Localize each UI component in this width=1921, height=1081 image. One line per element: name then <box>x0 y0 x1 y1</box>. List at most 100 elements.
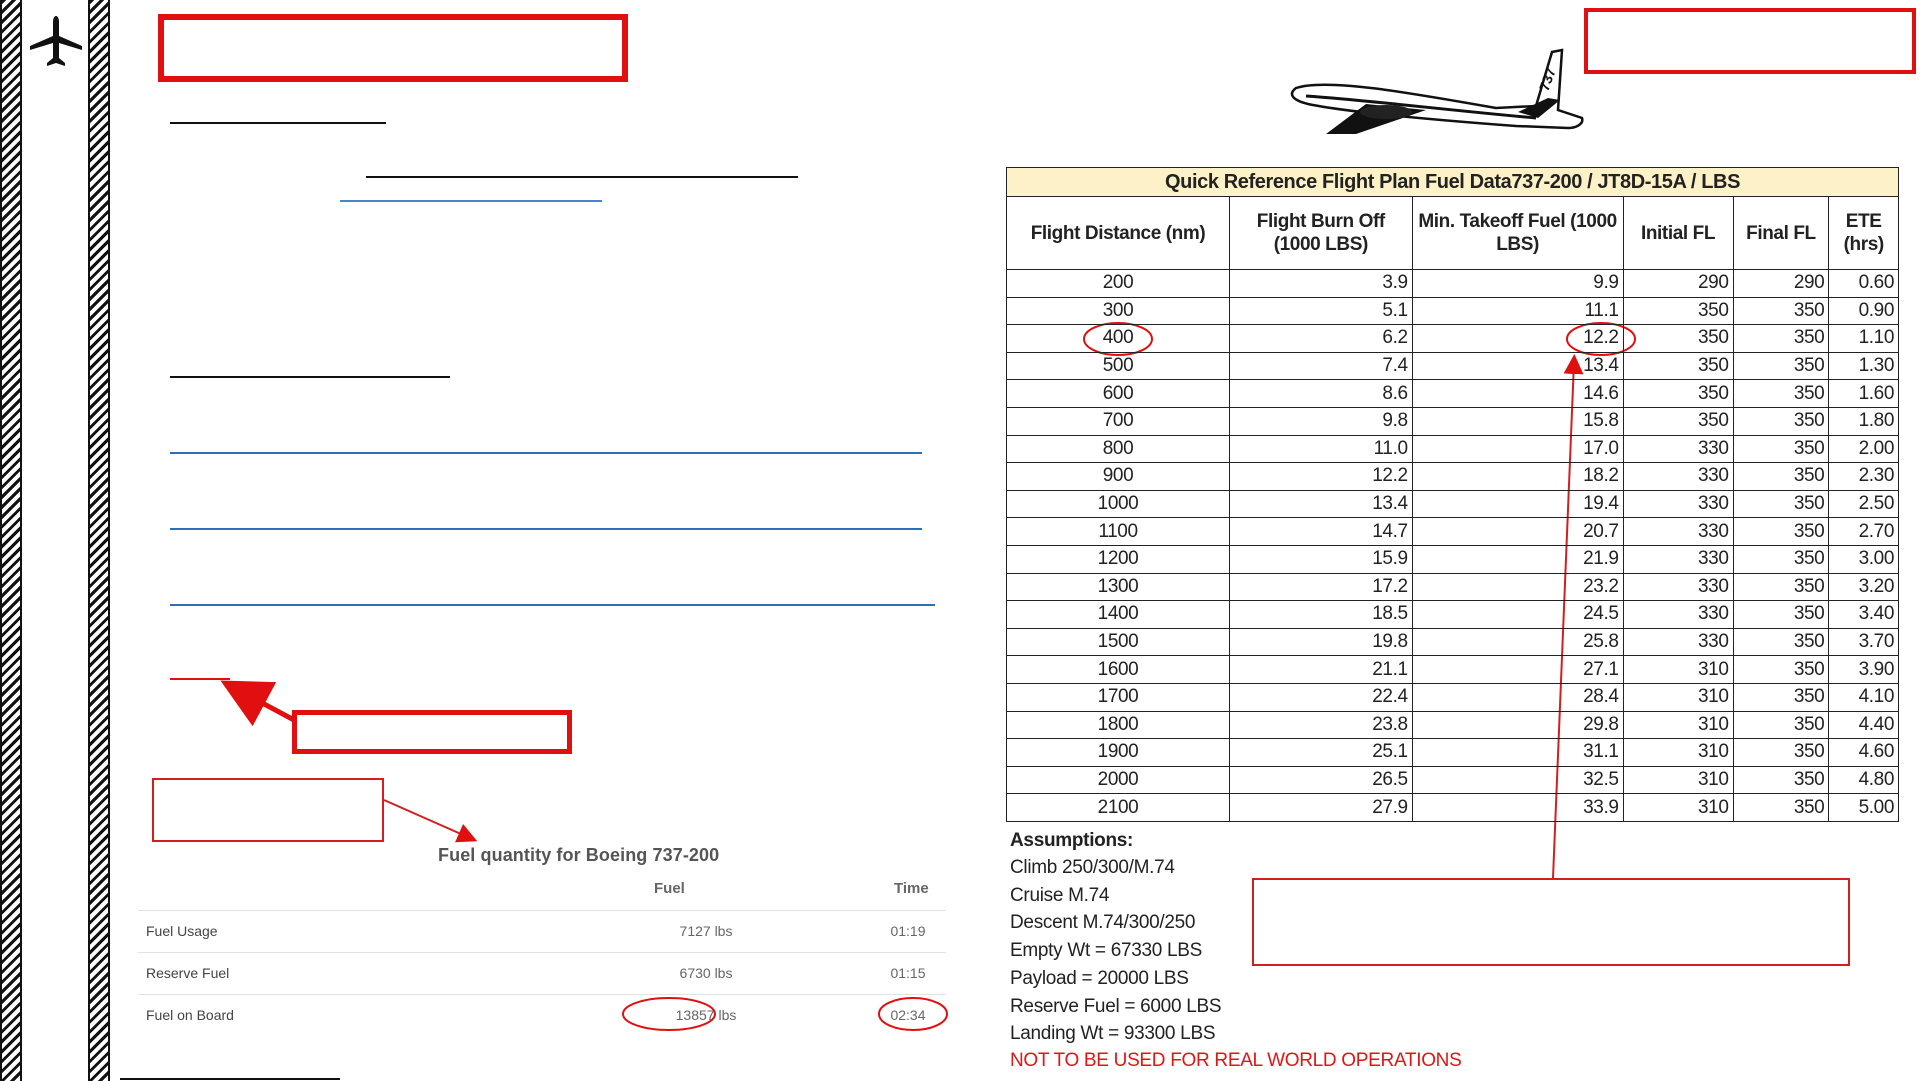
table-cell: 400 <box>1006 324 1230 353</box>
table-cell: 350 <box>1622 351 1734 381</box>
table-row: 1500 19.8 25.8 330 350 3.70 <box>1006 627 1899 657</box>
table-cell: 350 <box>1732 627 1830 657</box>
table-cell: 2.70 <box>1828 517 1899 546</box>
time-column-header: Time <box>894 880 929 897</box>
table-row: 1600 21.1 27.1 310 350 3.90 <box>1006 655 1899 684</box>
table-cell: 15.9 <box>1229 544 1413 574</box>
table-cell: 310 <box>1622 682 1734 712</box>
table-cell: 28.4 <box>1411 682 1624 712</box>
fuel-reference-table: Quick Reference Flight Plan Fuel Data737… <box>1006 167 1899 822</box>
table-cell: 350 <box>1732 324 1830 353</box>
table-cell: 290 <box>1732 269 1830 298</box>
table-cell: 20.7 <box>1411 517 1624 546</box>
table-cell: 2.30 <box>1828 462 1899 491</box>
table-cell: 1300 <box>1006 572 1230 602</box>
link-underline-3[interactable] <box>170 604 935 606</box>
column-header: Final FL <box>1732 196 1830 270</box>
left-rail <box>24 0 88 1081</box>
assumption-line: Empty Wt = 67330 LBS <box>1010 940 1203 961</box>
table-cell: 330 <box>1622 572 1734 602</box>
table-row: 1200 15.9 21.9 330 350 3.00 <box>1006 544 1899 574</box>
table-cell: 25.8 <box>1411 627 1624 657</box>
table-cell: 21.1 <box>1229 655 1413 684</box>
table-row: 400 6.2 12.2 350 350 1.10 <box>1006 324 1899 353</box>
table-cell: 9.9 <box>1411 269 1624 298</box>
column-header: ETE (hrs) <box>1828 196 1899 270</box>
table-cell: 1200 <box>1006 544 1230 574</box>
table-row: 1900 25.1 31.1 310 350 4.60 <box>1006 738 1899 767</box>
link-underline-2[interactable] <box>170 528 922 530</box>
table-cell: 32.5 <box>1411 765 1624 795</box>
table-cell: 350 <box>1622 379 1734 408</box>
table-cell: 310 <box>1622 793 1734 822</box>
table-cell: 330 <box>1622 627 1734 657</box>
table-cell: 3.20 <box>1828 572 1899 602</box>
table-cell: 350 <box>1732 489 1830 519</box>
table-row: Fuel Usage 7127 lbs 01:19 <box>138 910 946 953</box>
table-cell: 1400 <box>1006 600 1230 629</box>
top-right-annotation-box <box>1584 8 1916 74</box>
table-cell: 31.1 <box>1411 738 1624 767</box>
table-row: 200 3.9 9.9 290 290 0.60 <box>1006 269 1899 298</box>
link-underline[interactable] <box>340 200 602 202</box>
link-underline-1[interactable] <box>170 452 922 454</box>
table-cell: 350 <box>1732 738 1830 767</box>
table-row: Reserve Fuel 6730 lbs 01:15 <box>138 952 946 995</box>
table-row: 1100 14.7 20.7 330 350 2.70 <box>1006 517 1899 546</box>
title-annotation-box <box>158 14 628 82</box>
table-cell: 27.1 <box>1411 655 1624 684</box>
table-cell: 800 <box>1006 434 1230 464</box>
table-cell: 500 <box>1006 351 1230 381</box>
table-cell: 22.4 <box>1229 682 1413 712</box>
table-cell: 1100 <box>1006 517 1230 546</box>
table-cell: 350 <box>1622 406 1734 436</box>
table-cell: 350 <box>1732 793 1830 822</box>
table-cell: 310 <box>1622 710 1734 740</box>
table-cell: 12.2 <box>1229 462 1413 491</box>
table-cell: 330 <box>1622 489 1734 519</box>
lower-annotation-box <box>152 778 384 842</box>
table-cell: 11.0 <box>1229 434 1413 464</box>
assumption-line: Descent M.74/300/250 <box>1010 912 1196 933</box>
time-value: 01:15 <box>890 965 926 981</box>
fuel-table-body: 200 3.9 9.9 290 290 0.60 300 5.1 11.1 350 350 0.90 4… <box>1006 269 1899 822</box>
table-cell: 4.60 <box>1828 738 1899 767</box>
table-cell: 300 <box>1006 296 1230 326</box>
column-header: Initial FL <box>1622 196 1734 270</box>
table-row: 1000 13.4 19.4 330 350 2.50 <box>1006 489 1899 519</box>
table-cell: 14.7 <box>1229 517 1413 546</box>
table-row: 1400 18.5 24.5 330 350 3.40 <box>1006 600 1899 629</box>
bottom-right-annotation-box <box>1252 878 1850 966</box>
table-cell: 9.8 <box>1229 406 1413 436</box>
fuel-value: 7127 lbs <box>679 923 733 939</box>
table-cell: 350 <box>1732 406 1830 436</box>
table-cell: 26.5 <box>1229 765 1413 795</box>
table-row: 600 8.6 14.6 350 350 1.60 <box>1006 379 1899 408</box>
red-underline[interactable] <box>170 678 230 680</box>
table-cell: 5.00 <box>1828 793 1899 822</box>
table-cell: 17.0 <box>1411 434 1624 464</box>
table-cell: 2.00 <box>1828 434 1899 464</box>
table-cell: 350 <box>1622 324 1734 353</box>
table-cell: 3.90 <box>1828 655 1899 684</box>
table-cell: 4.80 <box>1828 765 1899 795</box>
table-cell: 1.10 <box>1828 324 1899 353</box>
table-row: 700 9.8 15.8 350 350 1.80 <box>1006 406 1899 436</box>
table-row: 2000 26.5 32.5 310 350 4.80 <box>1006 765 1899 795</box>
table-cell: 13.4 <box>1411 351 1624 381</box>
table-cell: 7.4 <box>1229 351 1413 381</box>
table-cell: 1600 <box>1006 655 1230 684</box>
table-cell: 350 <box>1732 379 1830 408</box>
table-row: 1300 17.2 23.2 330 350 3.20 <box>1006 572 1899 602</box>
table-cell: 350 <box>1622 296 1734 326</box>
table-cell: 19.4 <box>1411 489 1624 519</box>
table-cell: 700 <box>1006 406 1230 436</box>
table-cell: 4.10 <box>1828 682 1899 712</box>
table-cell: 4.40 <box>1828 710 1899 740</box>
table-row: 1800 23.8 29.8 310 350 4.40 <box>1006 710 1899 740</box>
assumption-line: Payload = 20000 LBS <box>1010 968 1189 989</box>
table-row: Fuel on Board 13857 lbs 02:34 <box>138 994 946 1037</box>
column-header: Flight Distance (nm) <box>1006 196 1230 270</box>
table-cell: 29.8 <box>1411 710 1624 740</box>
table-cell: 11.1 <box>1411 296 1624 326</box>
